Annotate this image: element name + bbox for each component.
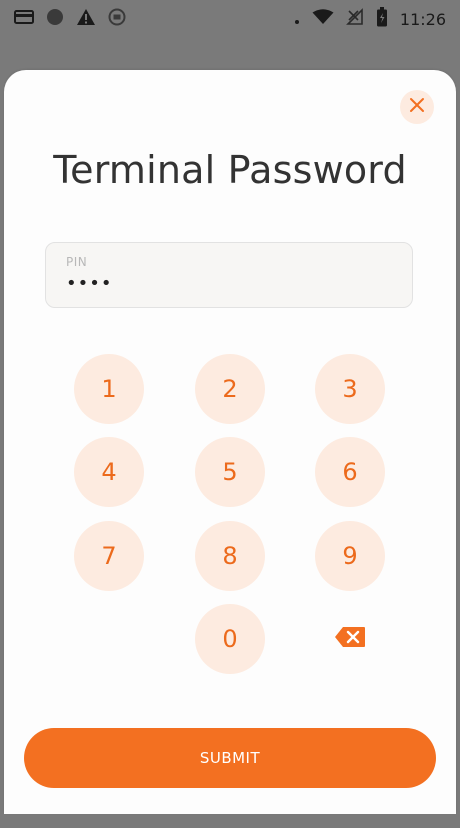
pin-label: PIN <box>66 255 88 269</box>
signal-dot-icon <box>294 8 300 30</box>
screen: 11:26 Terminal Password PIN •••• 1 2 3 4… <box>0 0 468 828</box>
battery-icon <box>376 7 388 31</box>
key-1[interactable]: 1 <box>74 354 144 424</box>
key-4[interactable]: 4 <box>74 437 144 507</box>
key-2[interactable]: 2 <box>195 354 265 424</box>
close-icon <box>409 97 425 117</box>
status-bar-right: 11:26 <box>294 7 446 31</box>
status-bar-left <box>14 8 126 30</box>
no-sim-icon <box>345 8 364 30</box>
warning-icon <box>76 8 96 30</box>
circle-icon <box>46 8 64 30</box>
key-6[interactable]: 6 <box>315 437 385 507</box>
status-bar: 11:26 <box>0 0 460 38</box>
card-icon <box>14 9 34 29</box>
key-8[interactable]: 8 <box>195 521 265 591</box>
pin-input[interactable]: PIN •••• <box>45 242 413 308</box>
close-button[interactable] <box>400 90 434 124</box>
key-9[interactable]: 9 <box>315 521 385 591</box>
key-3[interactable]: 3 <box>315 354 385 424</box>
key-5[interactable]: 5 <box>195 437 265 507</box>
key-0[interactable]: 0 <box>195 604 265 674</box>
app-icon <box>108 8 126 30</box>
key-7[interactable]: 7 <box>74 521 144 591</box>
backspace-icon <box>334 626 366 652</box>
submit-button[interactable]: SUBMIT <box>24 728 436 788</box>
wifi-icon <box>312 9 334 29</box>
backspace-button[interactable] <box>315 604 385 674</box>
page-title: Terminal Password <box>53 148 407 192</box>
password-dialog: Terminal Password PIN •••• 1 2 3 4 5 6 7… <box>4 70 456 814</box>
pin-value: •••• <box>66 273 113 294</box>
status-time: 11:26 <box>399 9 446 29</box>
